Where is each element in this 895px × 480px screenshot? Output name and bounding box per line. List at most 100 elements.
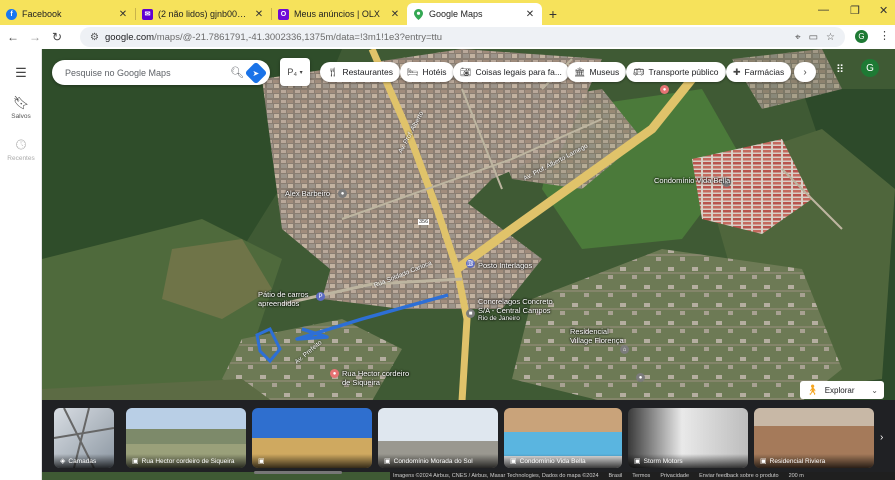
site-info-icon[interactable]: ⚙ [90, 32, 99, 43]
bus-icon: 🚌︎ [633, 66, 645, 77]
yahoo-mail-icon: ✉ [142, 8, 153, 20]
bookmark-star-icon[interactable]: ☆ [826, 32, 835, 43]
tab-google-maps[interactable]: Google Maps ✕ [407, 3, 542, 25]
place-rua-hector[interactable]: Rua Hector cordeiro [342, 369, 409, 378]
card-caption: Condomínio Vida Bella [519, 457, 586, 465]
photo-card[interactable]: ▣ [252, 408, 372, 468]
place-condominio-vida-bella[interactable]: Condomínio Vida Bella [654, 176, 730, 185]
chips-next-button[interactable]: › [794, 62, 816, 82]
parking-pin-icon[interactable]: P [316, 292, 325, 301]
browser-tab-strip: f Facebook ✕ ✉ (2 não lidos) gjnb00@yaho… [0, 0, 895, 25]
photo-card[interactable]: ▣ Residencial Riviera [754, 408, 874, 468]
parking-layer-button[interactable]: P₄ ▾ [280, 58, 310, 86]
facebook-icon: f [6, 8, 17, 20]
forward-icon[interactable]: → [24, 30, 46, 44]
tab-title: Facebook [22, 9, 62, 19]
museum-icon: 🏛︎ [574, 66, 586, 77]
place-pin-icon[interactable]: ● [330, 369, 339, 378]
camera-icon: 📷︎ [460, 66, 472, 77]
tab-facebook[interactable]: f Facebook ✕ [0, 3, 135, 25]
install-app-icon[interactable]: ▭ [809, 32, 818, 43]
chip-restaurants[interactable]: 🍴︎ Restaurantes [320, 62, 400, 82]
place-alex-barbeiro[interactable]: Alex Barbeiro [285, 189, 330, 198]
account-avatar[interactable]: G [861, 59, 879, 77]
place-pin-icon[interactable]: ● [338, 189, 347, 198]
chip-label: Museus [589, 67, 620, 77]
fork-knife-icon: 🍴︎ [327, 66, 339, 77]
directions-icon[interactable]: ➤ [244, 61, 268, 84]
close-icon[interactable]: ✕ [389, 9, 401, 20]
photo-card[interactable]: ▣ Storm Motors [628, 408, 748, 468]
maximize-button[interactable]: ❐ [850, 4, 860, 17]
chip-label: Hotéis [422, 67, 447, 77]
recent-button[interactable]: 🕓︎ Recentes [0, 137, 42, 162]
close-icon[interactable]: ✕ [524, 9, 536, 20]
chip-pharmacies[interactable]: ✚ Farmácias [726, 62, 792, 82]
privacy-link[interactable]: Privacidade [660, 473, 689, 479]
new-tab-button[interactable]: + [542, 3, 564, 25]
place-concrelagos-line2: S/A - Central Campos [478, 306, 551, 315]
business-pin-icon[interactable]: ■ [466, 309, 475, 318]
photo-card[interactable]: ▣ Condomínio Vida Bella [504, 408, 622, 468]
chip-transit[interactable]: 🚌︎ Transporte público [626, 62, 726, 82]
address-bar[interactable]: ⚙ google.com/maps/@-21.7861791,-41.30023… [80, 27, 845, 47]
close-icon[interactable]: ✕ [117, 9, 129, 20]
country-label[interactable]: Brasil [609, 473, 623, 479]
menu-button[interactable]: ☰ [0, 65, 42, 81]
layers-card[interactable]: ◈ Camadas [54, 408, 114, 468]
history-icon: 🕓︎ [15, 137, 27, 152]
terms-link[interactable]: Termos [632, 473, 650, 479]
place-pin-icon[interactable]: ● [636, 373, 645, 382]
place-residencial[interactable]: Residencial [570, 327, 609, 336]
profile-avatar[interactable]: G [855, 30, 868, 43]
pegman-icon[interactable]: 🚶︎ [806, 385, 819, 396]
chip-things-to-do[interactable]: 📷︎ Coisas legais para fa... [453, 62, 569, 82]
chip-hotels[interactable]: 🛏︎ Hotéis [400, 62, 454, 82]
map-footer: Imagens ©2024 Airbus, CNES / Airbus, Max… [390, 472, 895, 480]
chip-label: Coisas legais para fa... [475, 67, 562, 77]
parking-label: P₄ [287, 67, 298, 77]
place-concrelagos[interactable]: Concrelagos Concreto [478, 297, 553, 306]
strip-next-icon[interactable]: › [880, 432, 883, 443]
place-pin-icon[interactable]: ● [660, 85, 669, 94]
google-apps-icon[interactable]: ⠿ [836, 63, 844, 76]
scale-bar[interactable]: 200 m [789, 473, 804, 479]
url-text[interactable]: google.com/maps/@-21.7861791,-41.3002336… [105, 32, 787, 43]
feedback-link[interactable]: Enviar feedback sobre o produto [699, 473, 779, 479]
maps-side-rail: ☰ 🔖︎ Salvos 🕓︎ Recentes [0, 49, 42, 480]
close-window-button[interactable]: ✕ [879, 4, 888, 17]
search-input[interactable]: Pesquise no Google Maps [65, 68, 226, 78]
gas-station-pin-icon[interactable]: ⛽︎ [466, 259, 475, 268]
photo-icon: ▣ [384, 458, 391, 465]
card-caption: Camadas [68, 457, 97, 465]
maps-pin-icon [413, 8, 424, 20]
layers-icon: ◈ [60, 458, 66, 465]
search-box[interactable]: Pesquise no Google Maps 🔍︎ ➤ [52, 60, 270, 85]
card-caption: Residencial Riviera [769, 457, 826, 465]
photo-icon: ▣ [510, 458, 517, 465]
location-icon[interactable]: ⌖ [795, 32, 801, 43]
building-pin-icon[interactable]: ⌂ [620, 345, 629, 354]
tab-yahoo-mail[interactable]: ✉ (2 não lidos) gjnb00@yahoo.com ✕ [136, 3, 271, 25]
chip-museums[interactable]: 🏛︎ Museus [567, 62, 627, 82]
reload-icon[interactable]: ↻ [46, 30, 68, 44]
tab-title: Google Maps [429, 9, 483, 19]
back-icon[interactable]: ← [2, 30, 24, 44]
strip-scrollbar[interactable] [254, 471, 342, 474]
tab-olx[interactable]: O Meus anúncios | OLX ✕ [272, 3, 407, 25]
place-patio-carros[interactable]: Pátio de carros [258, 290, 308, 299]
url-host: google.com [104, 31, 155, 43]
explore-button[interactable]: 🚶︎ Explorar ⌄ [800, 381, 884, 399]
close-icon[interactable]: ✕ [253, 9, 265, 20]
bookmark-icon: 🔖︎ [12, 95, 30, 110]
chip-label: Transporte público [648, 67, 719, 77]
photo-card[interactable]: ▣ Rua Hector cordeiro de Siqueira [126, 408, 246, 468]
url-path: /maps/@-21.7861791,-41.3002336,1375m/dat… [154, 31, 443, 43]
explore-label: Explorar [824, 385, 855, 395]
minimize-button[interactable]: — [818, 4, 829, 16]
browser-menu-icon[interactable]: ⋮ [879, 29, 890, 42]
place-posto-interlagos[interactable]: Posto Interlagos [478, 261, 532, 270]
photo-card[interactable]: ▣ Condomínio Morada do Sol [378, 408, 498, 468]
saved-button[interactable]: 🔖︎ Salvos [0, 95, 42, 120]
recent-label: Recentes [7, 155, 35, 162]
